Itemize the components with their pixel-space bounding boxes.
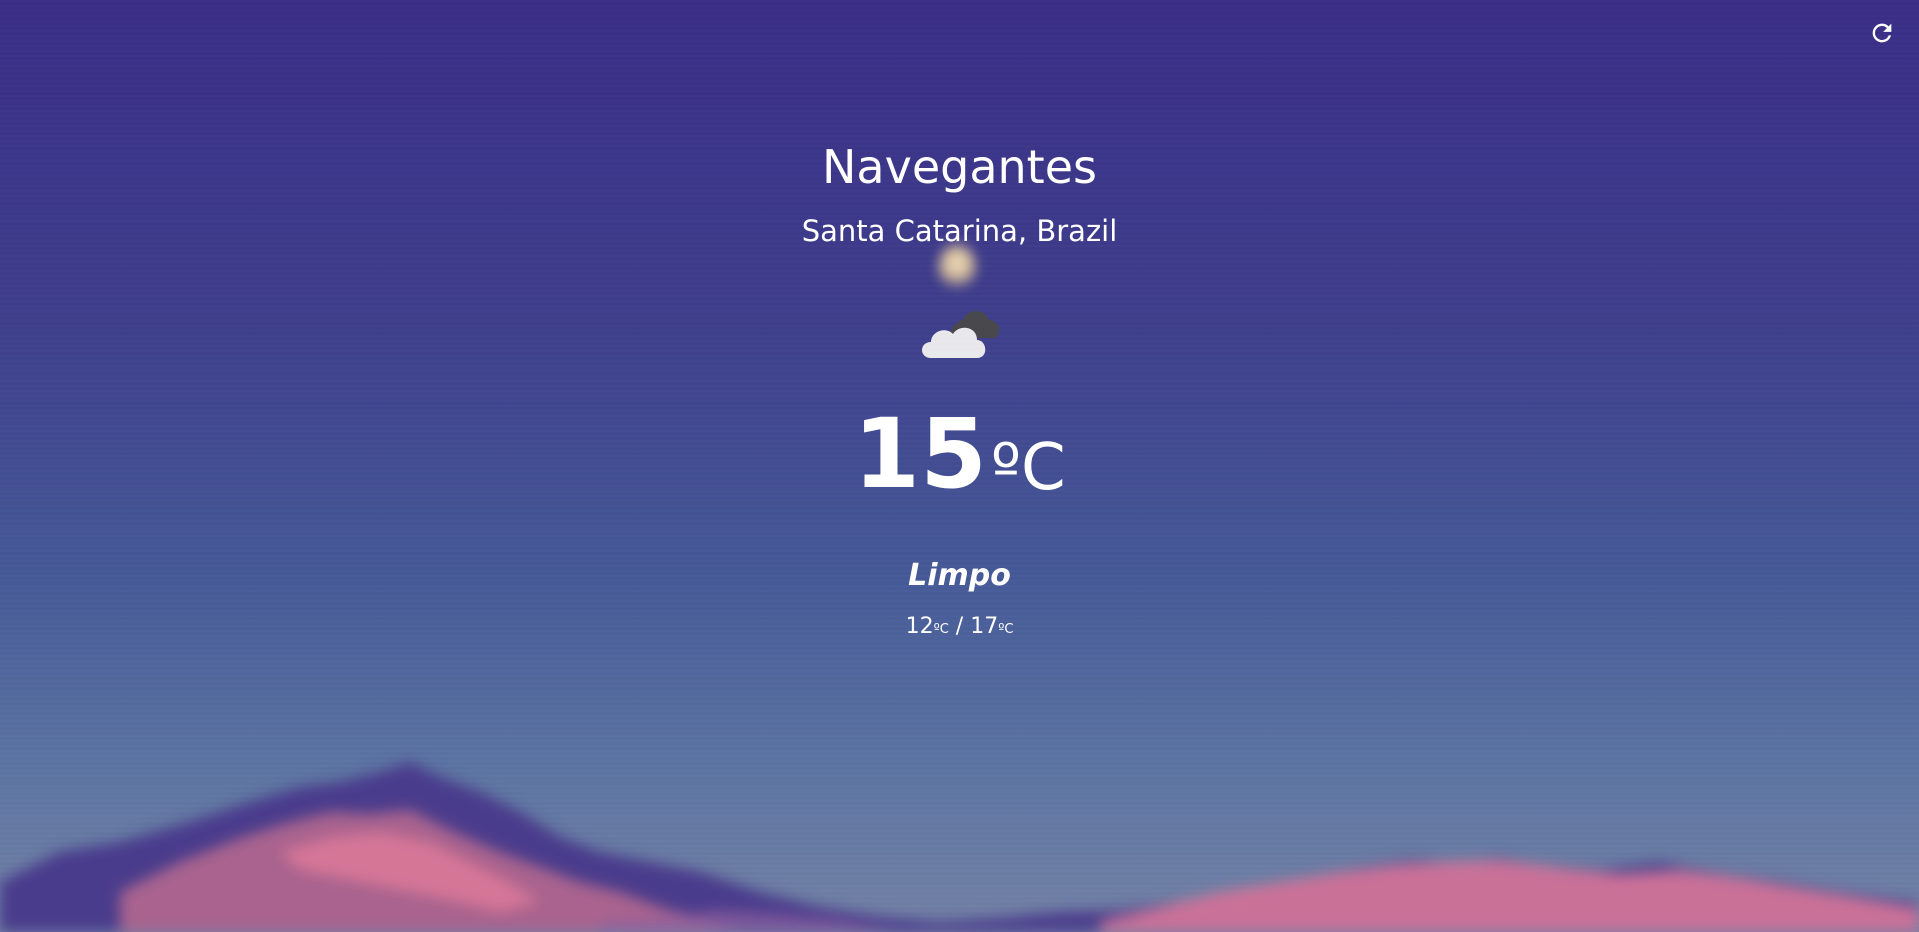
max-temperature: 17 [970, 614, 999, 639]
min-temperature-unit: ºC [933, 622, 949, 637]
current-temperature: 15 [853, 398, 987, 510]
temperature-unit: ºC [990, 431, 1066, 505]
cloudy-icon [921, 311, 999, 358]
max-temperature-unit: ºC [998, 622, 1014, 637]
min-temperature: 12 [905, 614, 934, 639]
refresh-button[interactable] [1865, 16, 1899, 50]
refresh-icon [1872, 23, 1892, 43]
min-max-temperature: 12ºC / 17ºC [0, 614, 1919, 639]
weather-condition: Limpo [908, 558, 1011, 593]
temperature-display: 15 ºC [0, 406, 1919, 502]
min-max-separator: / [948, 614, 971, 639]
mountain-background [0, 762, 1919, 932]
region-name: Santa Catarina, Brazil [801, 214, 1118, 248]
weather-icon-container [0, 304, 1919, 364]
moon-image [938, 244, 976, 292]
city-name: Navegantes [822, 140, 1097, 194]
